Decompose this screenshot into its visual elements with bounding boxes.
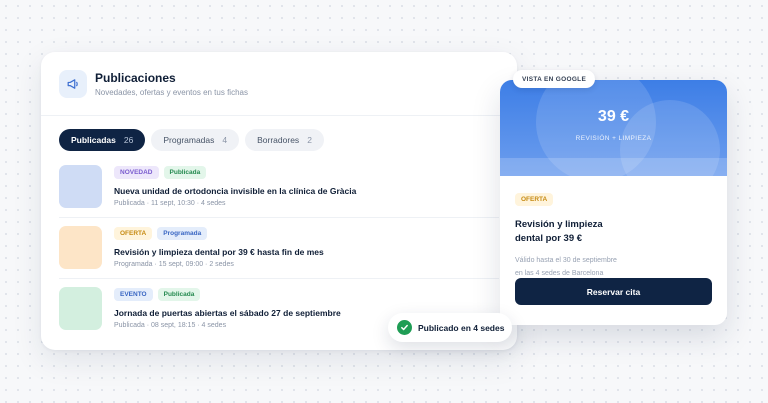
check-circle-icon	[397, 320, 412, 335]
status-badge: Publicada	[163, 166, 207, 179]
publish-toast: Publicado en 4 sedes	[388, 313, 512, 342]
post-thumbnail	[59, 226, 102, 269]
tab-count: 26	[123, 135, 134, 145]
google-preview-tag: VISTA EN GOOGLE	[513, 70, 596, 88]
post-type-badge: OFERTA	[114, 227, 153, 240]
google-preview-card: 39 € REVISIÓN + LIMPIEZA OFERTA Revisión…	[500, 80, 727, 325]
tab-label: Borradores	[257, 135, 300, 145]
offer-price: 39 €	[597, 108, 630, 125]
post-thumbnail	[59, 287, 102, 330]
header-divider	[41, 115, 517, 116]
megaphone-icon	[59, 70, 87, 98]
tab-programadas[interactable]: Programadas 4	[151, 129, 240, 151]
status-badge: Publicada	[157, 288, 201, 301]
tab-publicadas[interactable]: Publicadas 26	[59, 129, 146, 151]
publications-panel: Publicaciones Novedades, ofertas y event…	[41, 52, 517, 350]
list-item[interactable]: NOVEDAD Publicada Nueva unidad de ortodo…	[59, 157, 499, 218]
tab-label: Programadas	[163, 135, 215, 145]
tab-borradores[interactable]: Borradores 2	[245, 129, 324, 151]
post-title: Nueva unidad de ortodoncia invisible en …	[114, 186, 357, 196]
offer-title-line: dental por 39 €	[515, 233, 583, 244]
post-title: Revisión y limpieza dental por 39 € hast…	[114, 247, 324, 257]
panel-header: Publicaciones Novedades, ofertas y event…	[59, 70, 248, 98]
offer-banner: 39 € REVISIÓN + LIMPIEZA	[500, 80, 727, 176]
panel-subtitle: Novedades, ofertas y eventos en tus fich…	[95, 88, 248, 97]
tab-count: 2	[307, 135, 312, 145]
offer-badge: OFERTA	[515, 193, 554, 206]
offer-detail: Válido hasta el 30 de septiembre	[515, 257, 617, 264]
tab-label: Publicadas	[71, 135, 116, 145]
panel-title: Publicaciones	[95, 71, 176, 85]
list-item[interactable]: OFERTA Programada Revisión y limpieza de…	[59, 218, 499, 279]
status-tabs: Publicadas 26 Programadas 4 Borradores 2	[59, 129, 324, 151]
book-appointment-button[interactable]: Reservar cita	[515, 278, 712, 305]
offer-subtitle: REVISIÓN + LIMPIEZA	[575, 135, 652, 142]
post-thumbnail	[59, 165, 102, 208]
post-type-badge: NOVEDAD	[114, 166, 159, 179]
toast-message: Publicado en 4 sedes	[418, 322, 505, 333]
offer-title-line: Revisión y limpieza	[515, 219, 603, 230]
post-meta: Publicada · 08 sept, 18:15 · 4 sedes	[114, 322, 227, 329]
post-meta: Programada · 15 sept, 09:00 · 2 sedes	[114, 261, 234, 268]
tab-count: 4	[222, 135, 228, 145]
post-title: Jornada de puertas abiertas el sábado 27…	[114, 308, 341, 318]
post-type-badge: EVENTO	[114, 288, 153, 301]
post-meta: Publicada · 11 sept, 10:30 · 4 sedes	[114, 200, 226, 207]
status-badge: Programada	[157, 227, 208, 240]
